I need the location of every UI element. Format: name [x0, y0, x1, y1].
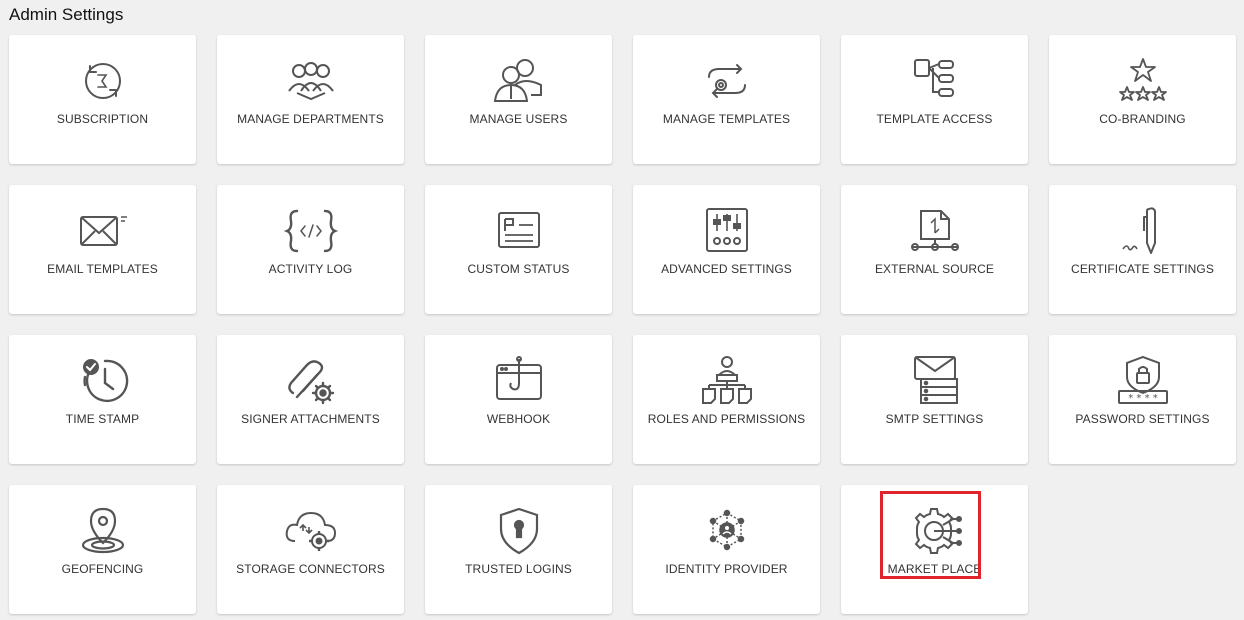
tile-label: STORAGE CONNECTORS: [236, 562, 385, 576]
tile-signer-attachments[interactable]: SIGNER ATTACHMENTS: [217, 335, 404, 464]
tile-custom-status[interactable]: CUSTOM STATUS: [425, 185, 612, 314]
tile-co-branding[interactable]: CO-BRANDING: [1049, 35, 1236, 164]
tile-password-settings[interactable]: * * * * PASSWORD SETTINGS: [1049, 335, 1236, 464]
password-settings-icon: * * * *: [1115, 355, 1171, 407]
activity-log-icon: [283, 205, 339, 257]
tile-certificate-settings[interactable]: CERTIFICATE SETTINGS: [1049, 185, 1236, 314]
tile-label: WEBHOOK: [486, 412, 551, 426]
tile-label: ACTIVITY LOG: [268, 262, 353, 276]
certificate-settings-icon: [1115, 205, 1171, 257]
identity-provider-icon: [699, 505, 755, 557]
tile-label: CO-BRANDING: [1099, 112, 1186, 126]
tile-manage-departments[interactable]: MANAGE DEPARTMENTS: [217, 35, 404, 164]
tile-label: ADVANCED SETTINGS: [661, 262, 792, 276]
tile-geofencing[interactable]: GEOFENCING: [9, 485, 196, 614]
tile-subscription[interactable]: SUBSCRIPTION: [9, 35, 196, 164]
tile-label: TRUSTED LOGINS: [465, 562, 572, 576]
tile-email-templates[interactable]: EMAIL TEMPLATES: [9, 185, 196, 314]
tile-label: TIME STAMP: [65, 412, 140, 426]
tile-label: MANAGE DEPARTMENTS: [237, 112, 384, 126]
tile-template-access[interactable]: TEMPLATE ACCESS: [841, 35, 1028, 164]
geofencing-icon: [75, 505, 131, 557]
tile-label: SIGNER ATTACHMENTS: [241, 412, 380, 426]
tile-time-stamp[interactable]: TIME STAMP: [9, 335, 196, 464]
tile-storage-connectors[interactable]: STORAGE CONNECTORS: [217, 485, 404, 614]
svg-text:* * * *: * * * *: [1128, 393, 1158, 404]
webhook-icon: [491, 355, 547, 407]
tile-smtp-settings[interactable]: SMTP SETTINGS: [841, 335, 1028, 464]
custom-status-icon: [491, 205, 547, 257]
tile-label: ROLES AND PERMISSIONS: [647, 412, 806, 426]
signer-attachments-icon: [283, 355, 339, 407]
tile-label: IDENTITY PROVIDER: [665, 562, 788, 576]
co-branding-icon: [1115, 55, 1171, 107]
page-title: Admin Settings: [9, 5, 124, 24]
settings-grid: SUBSCRIPTION MANAGE DEPARTMENTS MANAGE U…: [9, 35, 1236, 614]
users-icon: [491, 55, 547, 107]
template-access-icon: [907, 55, 963, 107]
tile-label: TEMPLATE ACCESS: [876, 112, 993, 126]
tile-manage-users[interactable]: MANAGE USERS: [425, 35, 612, 164]
tile-manage-templates[interactable]: MANAGE TEMPLATES: [633, 35, 820, 164]
tile-external-source[interactable]: EXTERNAL SOURCE: [841, 185, 1028, 314]
tile-label: SUBSCRIPTION: [56, 112, 149, 126]
tile-label: CUSTOM STATUS: [467, 262, 570, 276]
tile-market-place[interactable]: MARKET PLACE: [841, 485, 1028, 614]
tile-label: GEOFENCING: [61, 562, 144, 576]
external-source-icon: [907, 205, 963, 257]
advanced-settings-icon: [699, 205, 755, 257]
tile-webhook[interactable]: WEBHOOK: [425, 335, 612, 464]
roles-permissions-icon: [699, 355, 755, 407]
tile-trusted-logins[interactable]: TRUSTED LOGINS: [425, 485, 612, 614]
tile-label: CERTIFICATE SETTINGS: [1071, 262, 1214, 276]
tile-label: PASSWORD SETTINGS: [1075, 412, 1210, 426]
subscription-icon: [75, 55, 131, 107]
tile-roles-permissions[interactable]: ROLES AND PERMISSIONS: [633, 335, 820, 464]
time-stamp-icon: [75, 355, 131, 407]
storage-connectors-icon: [283, 505, 339, 557]
tile-label: EXTERNAL SOURCE: [874, 262, 995, 276]
email-templates-icon: [75, 205, 131, 257]
templates-icon: [699, 55, 755, 107]
tile-activity-log[interactable]: ACTIVITY LOG: [217, 185, 404, 314]
tile-label: MANAGE TEMPLATES: [662, 112, 791, 126]
tile-label: SMTP SETTINGS: [885, 412, 984, 426]
tile-label: MARKET PLACE: [887, 562, 982, 576]
tile-label: EMAIL TEMPLATES: [47, 262, 158, 276]
tile-advanced-settings[interactable]: ADVANCED SETTINGS: [633, 185, 820, 314]
departments-icon: [283, 55, 339, 107]
tile-label: MANAGE USERS: [469, 112, 568, 126]
market-place-icon: [907, 505, 963, 557]
smtp-settings-icon: [907, 355, 963, 407]
tile-identity-provider[interactable]: IDENTITY PROVIDER: [633, 485, 820, 614]
trusted-logins-icon: [491, 505, 547, 557]
